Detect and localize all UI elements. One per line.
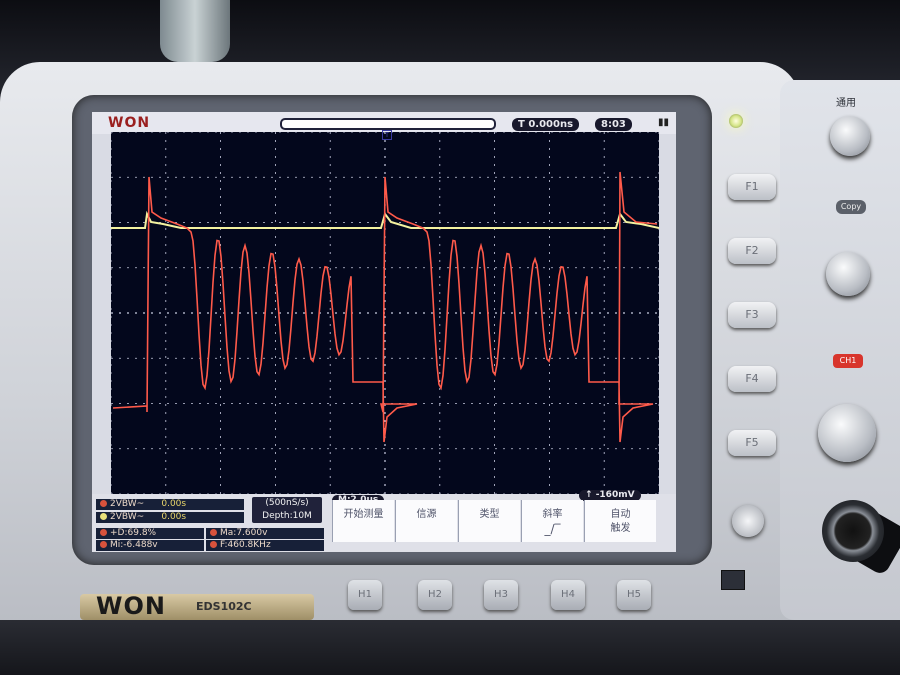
menu-button-2[interactable]: 信源: [395, 500, 457, 542]
measure-min-icon: [100, 541, 107, 548]
volts-div-knob[interactable]: [818, 404, 876, 462]
usb-port-icon: [721, 570, 745, 590]
brand-logo: WON: [96, 592, 166, 620]
measure-duty-icon: [100, 529, 107, 536]
menu-button-1-label: 开始测量: [343, 509, 384, 520]
trigger-position-readout: T 0.000ns: [512, 118, 580, 131]
menu-button-5-label: 自动: [610, 509, 631, 520]
side-button-f5[interactable]: F5: [728, 430, 776, 456]
side-button-f2[interactable]: F2: [728, 238, 776, 264]
ch1-bandwidth-readout: 2VBW~ 0.00s: [96, 499, 244, 510]
ch1-bnc-connector[interactable]: [822, 500, 884, 562]
trigger-level-value: -160mV: [595, 490, 635, 500]
measure-frequency-value: F:460.8KHz: [220, 540, 271, 550]
clock-readout: 8:03: [595, 118, 632, 131]
ch1-bw-value: 0.00s: [161, 499, 187, 509]
menu-button-5-sublabel: 触发: [610, 523, 631, 534]
measure-frequency-icon: [210, 541, 217, 548]
memory-depth-value: Depth:10M: [262, 511, 312, 521]
measure-max-icon: [210, 529, 217, 536]
display-screen: WON T 0.000ns 8:03 ▮▮ T 2VBW~ 0.00s 2VBW…: [92, 112, 676, 552]
measure-min-value: Mi:-6.488v: [110, 540, 158, 550]
ch2-bw-label: 2VBW~: [110, 512, 145, 522]
rising-edge-icon: _/‾: [544, 522, 561, 536]
top-knob: [160, 0, 230, 62]
general-knob[interactable]: [830, 116, 870, 156]
measure-max: Ma:7.600v: [206, 528, 324, 539]
bottom-button-h5[interactable]: H5: [617, 580, 651, 610]
measure-duty-value: +D:69.8%: [110, 528, 157, 538]
status-panel: 2VBW~ 0.00s 2VBW~ 0.00s +D:69.8% Ma:7.60…: [92, 490, 676, 552]
measure-min: Mi:-6.488v: [96, 540, 204, 551]
menu-button-1[interactable]: 开始测量: [332, 500, 394, 542]
trigger-position-value: 0.000ns: [528, 119, 574, 130]
ch2-bandwidth-readout: 2VBW~ 0.00s: [96, 512, 244, 523]
menu-button-3-label: 类型: [479, 509, 500, 520]
ch1-bw-label: 2VBW~: [110, 499, 145, 509]
battery-icon: ▮▮: [658, 117, 670, 128]
memory-position-bar: [280, 118, 496, 130]
side-button-f3[interactable]: F3: [728, 302, 776, 328]
menu-button-5[interactable]: 自动 触发: [584, 500, 656, 542]
timebase-value: (500nS/s): [265, 498, 309, 508]
measure-frequency: F:460.8KHz: [206, 540, 324, 551]
ch2-bw-value: 0.00s: [161, 512, 187, 522]
model-name: EDS102C: [196, 600, 252, 613]
menu-button-3[interactable]: 类型: [458, 500, 520, 542]
waveform-area[interactable]: [110, 131, 660, 495]
waveform-plot: [110, 131, 660, 495]
ch1-indicator-icon: [100, 500, 107, 507]
background-bottom: [0, 620, 900, 675]
trigger-marker-icon: T: [382, 130, 392, 140]
bottom-button-h2[interactable]: H2: [418, 580, 452, 610]
menu-button-2-label: 信源: [416, 509, 437, 520]
general-label: 通用: [836, 98, 856, 109]
menu-button-4-label: 斜率: [542, 509, 563, 520]
timebase-info: (500nS/s) Depth:10M: [252, 497, 322, 523]
screen-logo: WON: [108, 115, 151, 131]
menu-button-4[interactable]: 斜率 _/‾: [521, 500, 583, 542]
power-led-icon: [729, 114, 743, 128]
ch1-menu-button[interactable]: CH1: [833, 354, 863, 368]
ch1-trace: [112, 171, 658, 443]
copy-button[interactable]: Copy: [836, 200, 866, 214]
ch2-indicator-icon: [100, 513, 107, 520]
bottom-button-h3[interactable]: H3: [484, 580, 518, 610]
measure-duty: +D:69.8%: [96, 528, 204, 539]
menu-off-button[interactable]: [732, 505, 764, 537]
bottom-button-h4[interactable]: H4: [551, 580, 585, 610]
side-button-f1[interactable]: F1: [728, 174, 776, 200]
side-button-f4[interactable]: F4: [728, 366, 776, 392]
bottom-button-h1[interactable]: H1: [348, 580, 382, 610]
measure-max-value: Ma:7.600v: [220, 528, 268, 538]
position-knob[interactable]: [826, 252, 870, 296]
